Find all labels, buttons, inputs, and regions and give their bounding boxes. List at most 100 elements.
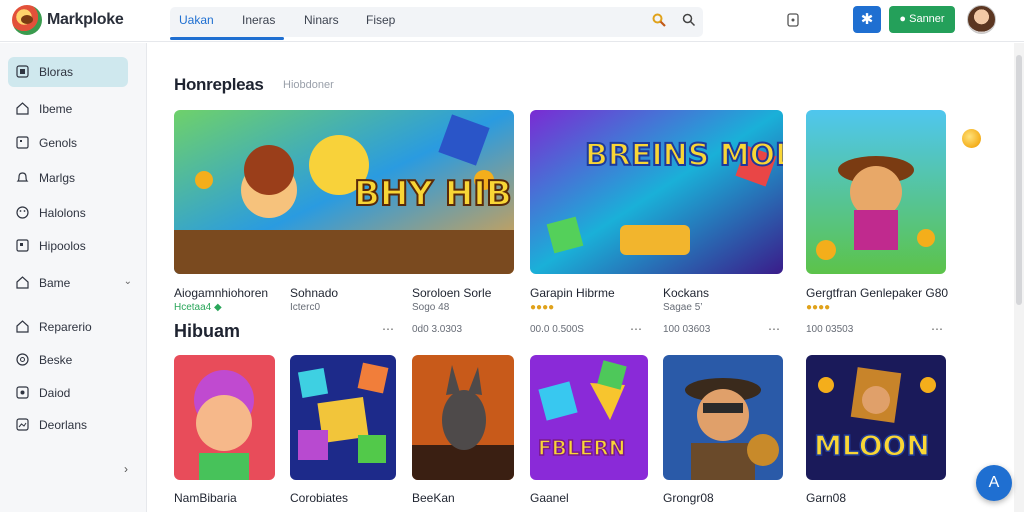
game-thumbnail[interactable] xyxy=(174,355,275,480)
sidebar-item-label: Halolons xyxy=(39,206,86,220)
tab-fisep[interactable]: Fisep xyxy=(366,13,395,27)
scrollbar[interactable] xyxy=(1014,43,1024,512)
sidebar-item-label: Marlgs xyxy=(39,171,76,185)
sidebar-item-label: Beske xyxy=(39,353,73,367)
sign-in-label: Sanner xyxy=(909,13,945,25)
sidebar-item-label: Genols xyxy=(39,136,78,150)
featured-card[interactable]: BREINS MOLEAYS Garapin Hibrme ●●●● 00.0 … xyxy=(530,110,783,336)
game-thumbnail[interactable] xyxy=(663,355,783,480)
game-thumbnail[interactable]: MLOON xyxy=(806,355,946,480)
game-title[interactable]: Soroloen Sorle xyxy=(412,286,491,300)
game-title[interactable]: Garn08 xyxy=(806,491,846,505)
chevron-down-icon[interactable]: ⌄ xyxy=(124,276,132,287)
featured-title: Honrepleas xyxy=(174,75,264,94)
game-thumbnail[interactable] xyxy=(412,355,514,480)
sidebar-item-genols[interactable]: Genols xyxy=(8,128,128,158)
brand-name[interactable]: Markploke xyxy=(47,11,124,29)
game-thumbnail[interactable]: BHY HIBUAKA xyxy=(174,110,514,274)
game-title[interactable]: Gaanel xyxy=(530,491,569,505)
featured-card[interactable]: Gergtfran Genlepaker G80 ●●●● 100 03503 … xyxy=(806,110,948,336)
sidebar-item-beske[interactable]: Beske xyxy=(8,345,128,375)
game-stats: 100 03603 xyxy=(663,324,711,335)
game-card[interactable]: Corobiates xyxy=(290,355,396,505)
game-title[interactable]: Garapin Hibrme xyxy=(530,286,615,300)
scrollbar-thumb[interactable] xyxy=(1016,55,1022,305)
game-title[interactable]: Grongr08 xyxy=(663,491,714,505)
game-thumbnail[interactable] xyxy=(806,110,946,274)
game-thumbnail[interactable]: FBLERN xyxy=(530,355,648,480)
game-rating: ●●●● xyxy=(530,302,555,313)
sidebar-item-deorlans[interactable]: Deorlans xyxy=(8,410,128,440)
game-card[interactable]: Grongr08 xyxy=(663,355,783,505)
sidebar-item-label: Ibeme xyxy=(39,102,73,116)
game-meta: Sogo 48 xyxy=(412,302,450,313)
grid-icon xyxy=(16,136,29,149)
sidebar-item-ibeme[interactable]: Ibeme xyxy=(8,94,128,124)
game-title[interactable]: BeeKan xyxy=(412,491,455,505)
sidebar-item-bame[interactable]: Bame ⌄ xyxy=(8,268,132,298)
game-title[interactable]: Kockans xyxy=(663,286,709,300)
sidebar-item-label: Hipoolos xyxy=(39,239,86,253)
game-thumbnail[interactable] xyxy=(290,355,396,480)
featured-subtitle[interactable]: Hiobdoner xyxy=(283,79,334,91)
game-title[interactable]: Corobiates xyxy=(290,491,348,505)
game-rating: ●●●● xyxy=(806,302,831,313)
sidebar: Bloras Ibeme Genols Marlgs Halolons Hipo… xyxy=(0,43,147,512)
game-art-image xyxy=(290,355,396,480)
sign-in-button[interactable]: ● Sanner xyxy=(889,6,955,33)
more-options-icon[interactable]: ⋯ xyxy=(931,322,944,336)
game-card[interactable]: FBLERN Gaanel xyxy=(530,355,648,505)
featured-card[interactable]: BHY HIBUAKA Aiogamnhiohoren Hcetaa4 ◆ xyxy=(174,110,514,313)
sidebar-item-label: Bloras xyxy=(39,65,74,79)
game-stats: 100 03503 xyxy=(806,324,854,335)
game-card[interactable]: BeeKan xyxy=(412,355,514,505)
collapse-sidebar-icon[interactable]: › xyxy=(124,462,128,476)
tab-ineras[interactable]: Ineras xyxy=(242,13,275,27)
tab-uakan[interactable]: Uakan xyxy=(179,13,214,27)
sidebar-item-label: Deorlans xyxy=(39,418,88,432)
sidebar-item-label: Reparerio xyxy=(39,320,92,334)
game-art-image: MLOON xyxy=(806,355,946,480)
game-art-text: BREINS MOLEAYS xyxy=(585,138,783,173)
sidebar-item-label: Bame xyxy=(39,276,71,290)
game-stats: 00.0 0.500S xyxy=(530,324,584,335)
game-title[interactable]: Sohnado xyxy=(290,286,338,300)
assistant-fab-button[interactable]: A xyxy=(976,465,1012,501)
game-title[interactable]: Aiogamnhiohoren xyxy=(174,286,268,300)
bell-icon xyxy=(16,172,29,182)
notification-icon[interactable] xyxy=(785,11,801,29)
more-options-icon[interactable]: ⋯ xyxy=(382,322,395,336)
coin-icon xyxy=(962,129,981,148)
game-art-image: BREINS MOLEAYS xyxy=(530,110,783,274)
search-icon[interactable] xyxy=(682,13,696,27)
sidebar-item-marlgs[interactable]: Marlgs xyxy=(8,163,128,193)
app-window: Markploke Uakan Ineras Ninars Fisep ✱ ● … xyxy=(0,0,1024,512)
sidebar-item-bloras[interactable]: Bloras xyxy=(8,57,128,87)
home-icon xyxy=(16,102,29,115)
sidebar-item-halolons[interactable]: Halolons xyxy=(8,198,128,228)
game-title[interactable]: Gergtfran Genlepaker G80 xyxy=(806,286,948,300)
top-bar: Markploke Uakan Ineras Ninars Fisep ✱ ● … xyxy=(0,0,1024,42)
user-avatar[interactable] xyxy=(967,5,996,34)
app-logo[interactable] xyxy=(12,5,42,35)
image-icon xyxy=(16,239,29,252)
more-options-icon[interactable]: ⋯ xyxy=(630,322,643,336)
game-meta: Hcetaa4 ◆ xyxy=(174,302,222,313)
game-thumbnail[interactable]: BREINS MOLEAYS xyxy=(530,110,783,274)
game-card[interactable]: NamBibaria xyxy=(174,355,275,505)
game-art-image xyxy=(412,355,514,480)
tab-ninars[interactable]: Ninars xyxy=(304,13,339,27)
active-tab-indicator xyxy=(170,37,284,40)
sidebar-item-daiod[interactable]: Daiod xyxy=(8,378,128,408)
game-art-text: FBLERN xyxy=(538,436,625,460)
game-card[interactable]: MLOON Garn08 xyxy=(806,355,946,505)
search-icon[interactable] xyxy=(652,13,666,27)
game-title[interactable]: NamBibaria xyxy=(174,491,237,505)
more-options-icon[interactable]: ⋯ xyxy=(768,322,781,336)
game-meta: Sagae 5’ xyxy=(663,302,703,313)
sidebar-item-hipoolos[interactable]: Hipoolos xyxy=(8,231,128,261)
home-icon xyxy=(16,276,29,289)
sidebar-item-reparerio[interactable]: Reparerio xyxy=(8,312,128,342)
tools-button[interactable]: ✱ xyxy=(853,6,881,33)
home-icon xyxy=(16,320,29,333)
